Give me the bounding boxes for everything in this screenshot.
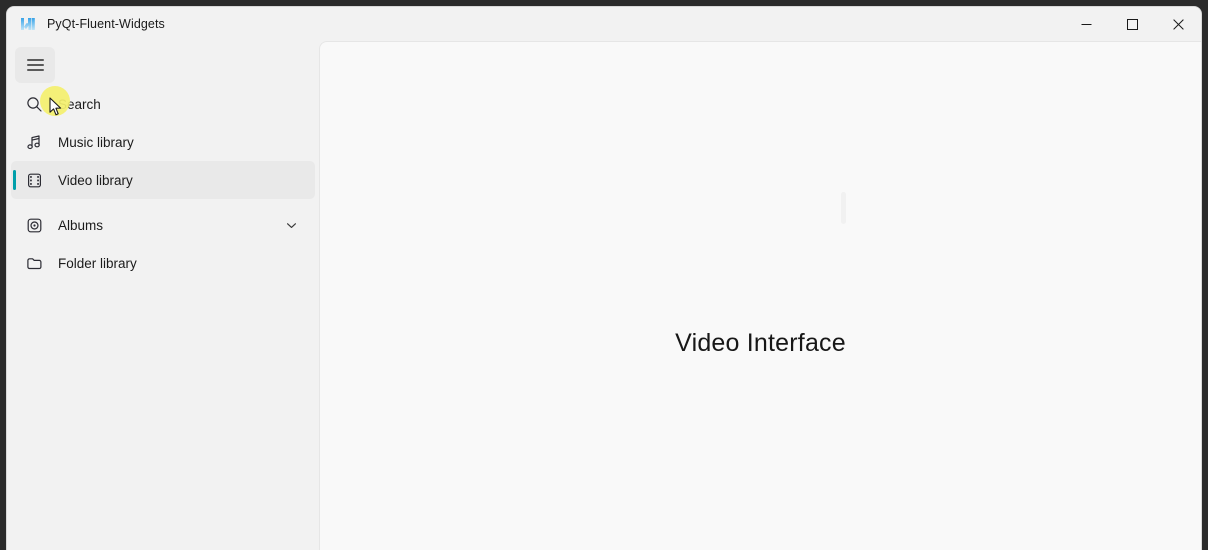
- film-strip-icon: [25, 171, 43, 189]
- minimize-button[interactable]: [1063, 7, 1109, 41]
- window-controls: [1063, 7, 1201, 41]
- hamburger-menu-button[interactable]: [15, 47, 55, 83]
- title-bar: PyQt-Fluent-Widgets: [7, 7, 1201, 41]
- page-title: Video Interface: [675, 329, 846, 357]
- sidebar-item-video-library[interactable]: Video library: [11, 161, 315, 199]
- nav-group-spacer: [7, 199, 319, 206]
- sidebar-item-label: Music library: [58, 134, 134, 150]
- w-logo-icon: [21, 18, 35, 30]
- close-icon: [1172, 18, 1184, 30]
- content-area: Video Interface: [319, 41, 1201, 550]
- sidebar-item-search[interactable]: Search: [11, 85, 315, 123]
- sidebar-item-label: Folder library: [58, 255, 137, 271]
- sidebar-item-music-library[interactable]: Music library: [11, 123, 315, 161]
- minimize-icon: [1081, 23, 1091, 25]
- close-button[interactable]: [1155, 7, 1201, 41]
- app-window: PyQt-Fluent-Widgets Search Music library…: [6, 6, 1202, 550]
- search-icon: [25, 95, 43, 113]
- maximize-button[interactable]: [1109, 7, 1155, 41]
- album-disc-icon: [25, 216, 43, 234]
- window-title: PyQt-Fluent-Widgets: [47, 17, 165, 31]
- music-note-icon: [25, 133, 43, 151]
- hamburger-menu-icon: [26, 56, 44, 74]
- sidebar-item-label: Video library: [58, 172, 133, 188]
- navigation-items-list: Search Music library Video library Album…: [7, 85, 319, 282]
- sidebar-item-label: Search: [58, 96, 101, 112]
- maximize-icon: [1126, 18, 1138, 30]
- sidebar-item-label: Albums: [58, 217, 104, 233]
- sidebar-item-folder-library[interactable]: Folder library: [11, 244, 315, 282]
- sidebar-item-albums[interactable]: Albums: [11, 206, 315, 244]
- folder-icon: [25, 254, 43, 272]
- navigation-sidebar: Search Music library Video library Album…: [7, 41, 319, 550]
- content-scroll-indicator[interactable]: [841, 192, 846, 224]
- chevron-down-icon[interactable]: [285, 219, 297, 231]
